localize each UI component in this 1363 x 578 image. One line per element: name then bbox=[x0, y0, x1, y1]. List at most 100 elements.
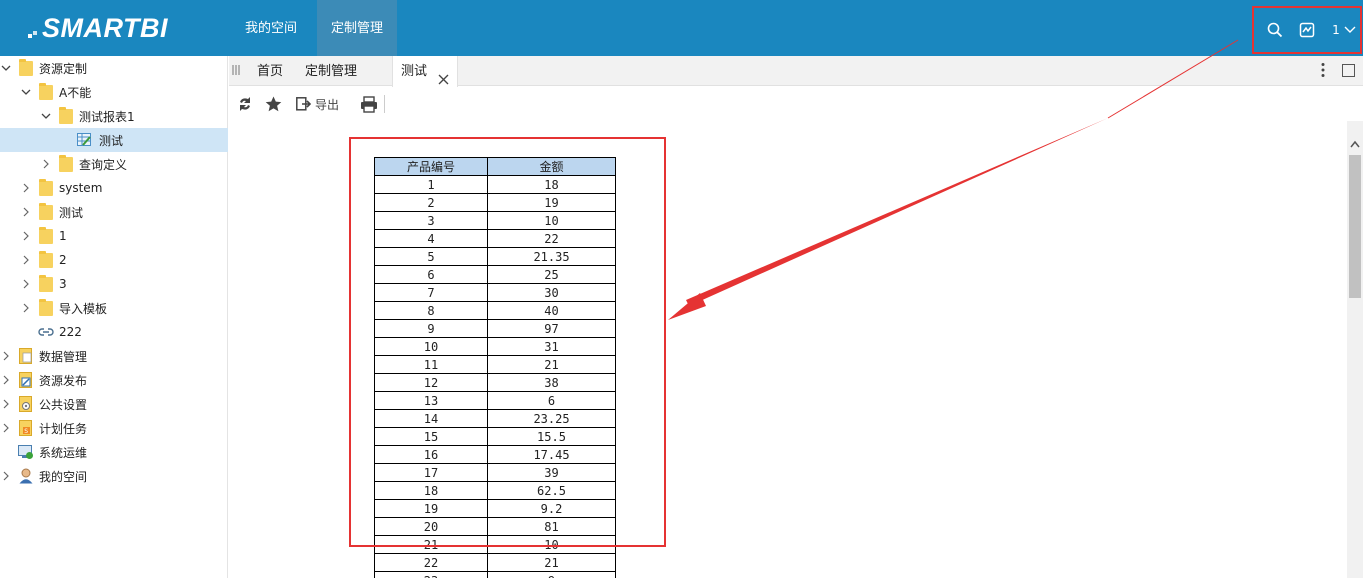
export-button[interactable]: 导出 bbox=[296, 95, 339, 113]
chevron-down-icon[interactable] bbox=[41, 111, 51, 121]
report-toolbar: 导出 bbox=[229, 87, 1363, 121]
table-row: 5 21.35 bbox=[374, 247, 616, 266]
chevron-right-icon[interactable] bbox=[1, 423, 11, 433]
vertical-scrollbar[interactable] bbox=[1347, 121, 1363, 578]
smartbi-logo[interactable]: SMARTBI bbox=[28, 10, 168, 46]
table-row: 15 15.5 bbox=[374, 427, 616, 446]
scroll-up-icon[interactable] bbox=[1350, 137, 1360, 151]
data-manage-icon bbox=[19, 348, 33, 364]
cell-amount: 40 bbox=[487, 301, 616, 320]
folder-icon bbox=[19, 58, 33, 76]
chevron-right-icon[interactable] bbox=[21, 279, 31, 289]
cell-amount: 6 bbox=[487, 391, 616, 410]
tree-item-test-report[interactable]: 测试 bbox=[0, 128, 228, 152]
cell-product-id: 21 bbox=[374, 535, 488, 554]
table-row: 22 21 bbox=[374, 553, 616, 572]
favorite-button[interactable] bbox=[265, 95, 282, 113]
chevron-right-icon[interactable] bbox=[41, 159, 51, 169]
settings-icon bbox=[19, 396, 33, 412]
chevron-right-icon[interactable] bbox=[1, 375, 11, 385]
cell-amount: 31 bbox=[487, 337, 616, 356]
tree-item-test-folder[interactable]: 测试 bbox=[0, 200, 228, 224]
cell-amount: 38 bbox=[487, 373, 616, 392]
tab-test[interactable]: 测试 bbox=[392, 56, 459, 87]
tree-item-a[interactable]: A不能 bbox=[0, 80, 228, 104]
cell-product-id: 18 bbox=[374, 481, 488, 500]
scrollbar-thumb[interactable] bbox=[1349, 155, 1361, 298]
tree-item-system[interactable]: system bbox=[0, 176, 228, 200]
app-window: SMARTBI 我的空间 定制管理 1 资源定制 A不能 测试报表1 测试 查询… bbox=[0, 0, 1363, 578]
table-row: 19 9.2 bbox=[374, 499, 616, 518]
analysis-button[interactable] bbox=[1294, 8, 1320, 52]
tree-item-2[interactable]: 2 bbox=[0, 248, 228, 272]
chevron-right-icon[interactable] bbox=[21, 183, 31, 193]
user-menu[interactable]: 1 bbox=[1328, 8, 1360, 52]
search-button[interactable] bbox=[1262, 8, 1288, 52]
tree-item-3[interactable]: 3 bbox=[0, 272, 228, 296]
tree-item-public-settings[interactable]: 公共设置 bbox=[0, 392, 228, 416]
table-row: 16 17.45 bbox=[374, 445, 616, 464]
tab-home[interactable]: 首页 bbox=[249, 56, 291, 86]
table-row: 7 30 bbox=[374, 283, 616, 302]
link-icon bbox=[38, 326, 54, 341]
table-header-row: 产品编号 金额 bbox=[374, 157, 616, 176]
tree-item-label: 测试报表1 bbox=[79, 109, 135, 124]
tree-item-query-definition[interactable]: 查询定义 bbox=[0, 152, 228, 176]
refresh-button[interactable] bbox=[238, 95, 252, 113]
chevron-right-icon[interactable] bbox=[21, 231, 31, 241]
cell-amount: 10 bbox=[487, 211, 616, 230]
cell-product-id: 20 bbox=[374, 517, 488, 536]
chevron-right-icon[interactable] bbox=[1, 399, 11, 409]
column-header-amount: 金额 bbox=[487, 157, 616, 176]
tree-item-system-ops[interactable]: 系统运维 bbox=[0, 440, 228, 464]
print-button[interactable] bbox=[360, 95, 378, 113]
tree-item-resource-publish[interactable]: 资源发布 bbox=[0, 368, 228, 392]
tree-item-1[interactable]: 1 bbox=[0, 224, 228, 248]
tab-custom-management[interactable]: 定制管理 bbox=[297, 56, 365, 86]
folder-icon bbox=[39, 274, 53, 292]
cell-product-id: 15 bbox=[374, 427, 488, 446]
chevron-right-icon[interactable] bbox=[1, 471, 11, 481]
cell-amount: 18 bbox=[487, 175, 616, 194]
tree-item-scheduled-tasks[interactable]: S 计划任务 bbox=[0, 416, 228, 440]
folder-icon bbox=[39, 178, 53, 196]
chevron-down-icon[interactable] bbox=[1, 63, 11, 73]
star-icon bbox=[265, 96, 282, 112]
tab-list-handle-icon[interactable] bbox=[232, 64, 240, 75]
chevron-right-icon[interactable] bbox=[21, 207, 31, 217]
nav-custom-management[interactable]: 定制管理 bbox=[317, 0, 398, 56]
tree-item-my-space[interactable]: 我的空间 bbox=[0, 464, 228, 488]
tree-item-test-report1[interactable]: 测试报表1 bbox=[0, 104, 228, 128]
tree-item-resource-custom[interactable]: 资源定制 bbox=[0, 56, 228, 80]
cell-amount: 39 bbox=[487, 463, 616, 482]
close-icon[interactable] bbox=[438, 66, 449, 85]
cell-product-id: 9 bbox=[374, 319, 488, 338]
publish-icon bbox=[19, 372, 33, 388]
tree-item-label: A不能 bbox=[59, 85, 92, 100]
resource-tree: 资源定制 A不能 测试报表1 测试 查询定义 system 测试 1 2 3 导… bbox=[0, 56, 228, 578]
chevron-right-icon[interactable] bbox=[21, 303, 31, 313]
tree-item-label: 数据管理 bbox=[39, 349, 88, 364]
tree-item-label: 测试 bbox=[59, 205, 84, 220]
chevron-right-icon[interactable] bbox=[21, 255, 31, 265]
tree-item-label: system bbox=[59, 181, 103, 195]
cell-amount: 22 bbox=[487, 229, 616, 248]
chevron-down-icon[interactable] bbox=[21, 87, 31, 97]
cell-product-id: 6 bbox=[374, 265, 488, 284]
print-icon bbox=[361, 95, 377, 113]
cell-amount: 9 bbox=[487, 571, 616, 578]
table-row: 6 25 bbox=[374, 265, 616, 284]
more-vertical-icon[interactable] bbox=[1320, 62, 1326, 78]
report-icon bbox=[77, 133, 91, 148]
cell-amount: 15.5 bbox=[487, 427, 616, 446]
cell-product-id: 14 bbox=[374, 409, 488, 428]
tree-item-data-management[interactable]: 数据管理 bbox=[0, 344, 228, 368]
nav-my-space[interactable]: 我的空间 bbox=[231, 0, 311, 56]
tree-item-222[interactable]: 222 bbox=[0, 320, 228, 344]
tree-item-import-template[interactable]: 导入模板 bbox=[0, 296, 228, 320]
cell-amount: 21.35 bbox=[487, 247, 616, 266]
maximize-icon[interactable] bbox=[1342, 64, 1355, 77]
chevron-right-icon[interactable] bbox=[1, 351, 11, 361]
cell-amount: 62.5 bbox=[487, 481, 616, 500]
toolbar-divider bbox=[384, 95, 385, 113]
